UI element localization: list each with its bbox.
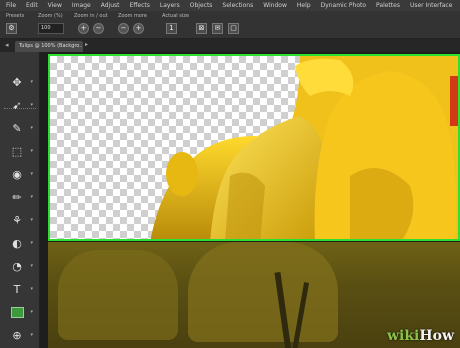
image-canvas[interactable] <box>40 52 460 348</box>
tab-scroll-right-icon[interactable]: ▸ <box>85 41 88 48</box>
menu-palettes[interactable]: Palettes <box>376 2 400 9</box>
warp-icon[interactable]: ◔ ▾ <box>6 258 33 274</box>
zoom-label: Zoom (%) <box>38 13 63 19</box>
tulip-bud <box>166 152 198 196</box>
menu-objects[interactable]: Objects <box>190 2 213 9</box>
selection-icon[interactable]: ⬚ ▾ <box>6 143 33 159</box>
menu-edit[interactable]: Edit <box>26 2 38 9</box>
fit-window-icon[interactable]: ⊠ <box>196 23 207 34</box>
zoom-more-in-icon[interactable]: + <box>133 23 144 34</box>
text-icon[interactable]: T ▾ <box>6 281 33 297</box>
zoom-out-icon[interactable]: − <box>93 23 104 34</box>
menu-image[interactable]: Image <box>72 2 91 9</box>
eyedropper-icon[interactable]: ✎ ▾ <box>6 120 33 136</box>
crop-icon[interactable]: ⊕ ▾ <box>6 327 33 343</box>
zoom-input[interactable]: 100 <box>38 23 64 34</box>
menu-file[interactable]: File <box>6 2 16 9</box>
zoom-more-label: Zoom more <box>118 13 147 19</box>
tulip-shadow <box>225 172 265 239</box>
wikihow-watermark: wikiHow <box>386 328 454 344</box>
tool-options-bar: Presets ⚙ Zoom (%) 100 Zoom in / out + −… <box>0 11 460 39</box>
menu-help[interactable]: Help <box>297 2 311 9</box>
presets-icon[interactable]: ⚙ <box>6 23 17 34</box>
zoom-in-icon[interactable]: + <box>78 23 89 34</box>
zoom-steps-label: Zoom in / out <box>74 13 108 19</box>
redeye-icon[interactable]: ◉ ▾ <box>6 166 33 182</box>
tulip-image <box>150 56 458 239</box>
menu-view[interactable]: View <box>48 2 62 9</box>
pan-icon[interactable]: ✥ ▾ <box>6 74 33 90</box>
actual-size-label: Actual size <box>162 13 189 19</box>
pick-icon[interactable]: ➹ ▾ <box>6 97 33 113</box>
full-screen-icon[interactable]: ▢ <box>228 23 239 34</box>
ghost-petal <box>188 242 338 342</box>
selected-layer[interactable] <box>48 54 460 241</box>
shape-icon[interactable]: ▾ <box>6 304 33 320</box>
menu-layers[interactable]: Layers <box>160 2 180 9</box>
document-tab[interactable]: Tulips @ 100% (Backgro... <box>15 41 83 52</box>
tab-scroll-left-icon[interactable]: ◂ <box>5 41 9 49</box>
presets-label: Presets <box>6 13 25 19</box>
menu-bar: File Edit View Image Adjust Effects Laye… <box>0 0 460 11</box>
red-edge <box>450 76 458 126</box>
menu-window[interactable]: Window <box>263 2 287 9</box>
actual-size-icon[interactable]: 1 <box>166 23 177 34</box>
menu-user-interface[interactable]: User Interface <box>410 2 452 9</box>
menu-adjust[interactable]: Adjust <box>101 2 120 9</box>
menu-effects[interactable]: Effects <box>129 2 149 9</box>
clone-icon[interactable]: ⚘ ▾ <box>6 212 33 228</box>
document-tab-bar: ◂ Tulips @ 100% (Backgro... ▸ <box>0 39 460 52</box>
fit-image-icon[interactable]: ✉ <box>212 23 223 34</box>
ghost-petal <box>58 250 178 340</box>
menu-selections[interactable]: Selections <box>222 2 253 9</box>
tools-toolbar: ✥ ▾ ➹ ▾ ✎ ▾ ⬚ ▾ ◉ ▾ ✏ ▾ ⚘ ▾ ◐ ▾ ◔ ▾ T ▾ ▾ ⊕ ▾ <box>0 52 40 348</box>
menu-dynamic-photo[interactable]: Dynamic Photo <box>321 2 366 9</box>
zoom-more-out-icon[interactable]: − <box>118 23 129 34</box>
brush-icon[interactable]: ✏ ▾ <box>6 189 33 205</box>
dodge-icon[interactable]: ◐ ▾ <box>6 235 33 251</box>
